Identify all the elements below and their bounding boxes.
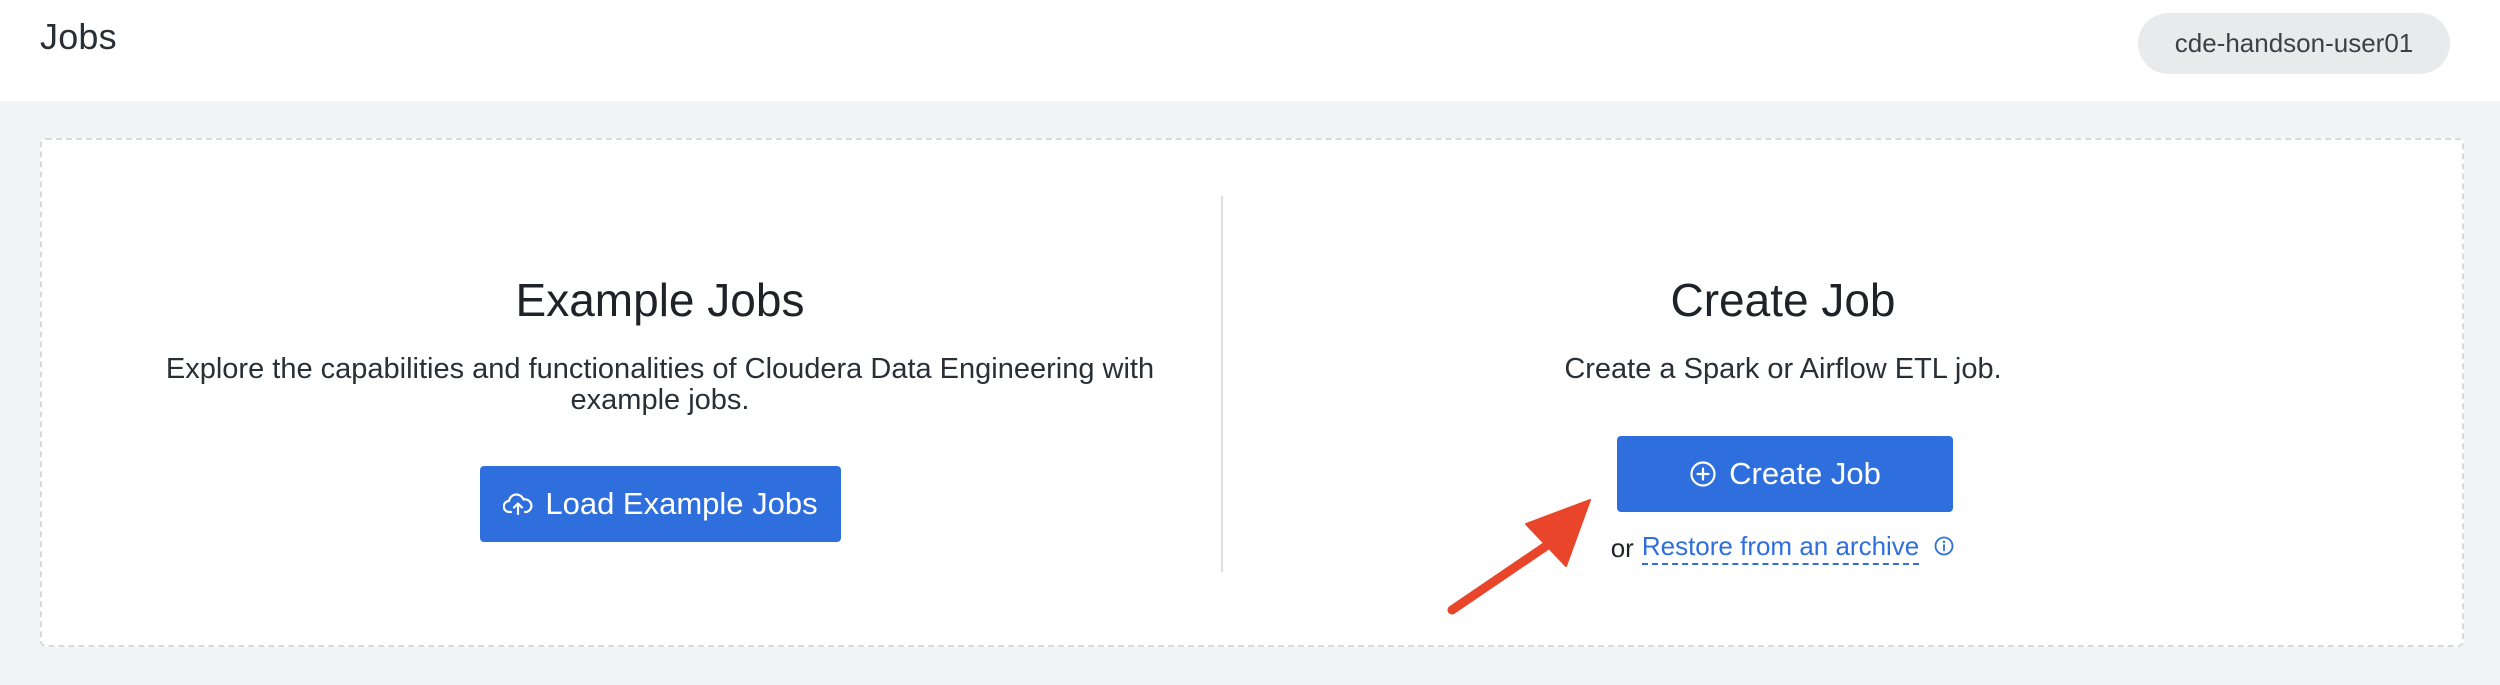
example-jobs-heading: Example Jobs — [515, 274, 805, 326]
create-job-description: Create a Spark or Airflow ETL job. — [1564, 353, 2002, 385]
top-bar: Jobs cde-handson-user01 — [0, 0, 2500, 101]
example-jobs-description: Explore the capabilities and functionali… — [165, 353, 1155, 416]
restore-from-archive-link[interactable]: Restore from an archive — [1641, 531, 1920, 565]
load-example-jobs-label: Load Example Jobs — [545, 486, 818, 521]
create-job-button[interactable]: Create Job — [1617, 436, 1953, 512]
page-title: Jobs — [40, 16, 117, 57]
plus-circle-icon — [1689, 460, 1717, 488]
cloud-upload-icon — [503, 492, 533, 516]
create-job-heading: Create Job — [1670, 274, 1896, 326]
info-icon[interactable] — [1933, 533, 1955, 564]
user-chip[interactable]: cde-handson-user01 — [2138, 13, 2450, 74]
create-job-panel: Create Job Create a Spark or Airflow ETL… — [1383, 272, 2183, 385]
panel-divider — [1221, 196, 1223, 572]
annotation-arrow-icon — [1447, 499, 1591, 615]
load-example-jobs-button[interactable]: Load Example Jobs — [480, 466, 841, 542]
create-job-label: Create Job — [1729, 456, 1881, 491]
example-jobs-panel: Example Jobs Explore the capabilities an… — [120, 272, 1200, 416]
